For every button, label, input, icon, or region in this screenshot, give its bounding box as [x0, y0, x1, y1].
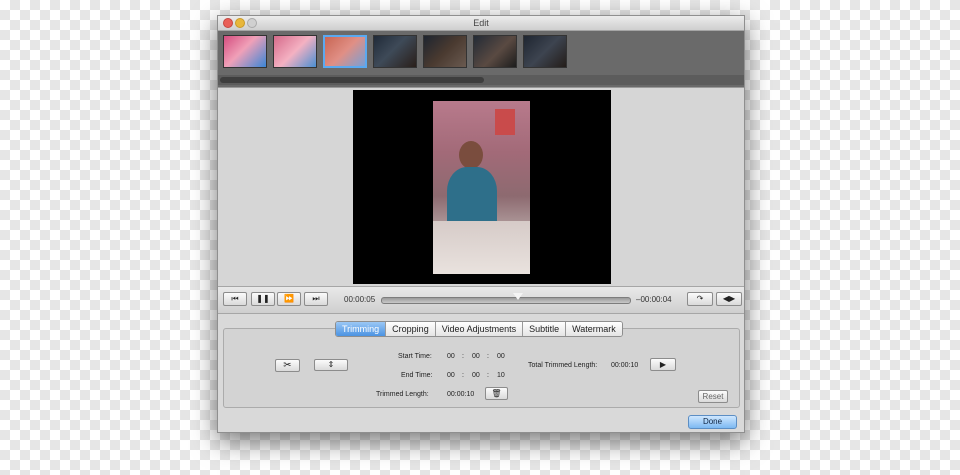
start-time-label: Start Time:	[398, 353, 432, 360]
time-separator: :	[462, 353, 464, 360]
edit-tabs: Trimming Cropping Video Adjustments Subt…	[335, 321, 623, 337]
tab-subtitle[interactable]: Subtitle	[523, 322, 567, 336]
clip-thumbnail[interactable]	[473, 35, 517, 68]
time-separator: :	[462, 372, 464, 379]
clip-thumbnail-selected[interactable]	[323, 35, 367, 68]
done-button[interactable]: Done	[688, 415, 737, 429]
start-seconds-field[interactable]: 00	[497, 353, 505, 360]
clip-thumbnail[interactable]	[273, 35, 317, 68]
scissors-button[interactable]: ✂	[275, 359, 300, 372]
title-bar: Edit	[218, 16, 744, 31]
clip-filmstrip	[218, 31, 744, 87]
frame-child-head	[459, 141, 483, 169]
tab-watermark[interactable]: Watermark	[566, 322, 622, 336]
playback-controls: ⏮ ❚❚ ⏩ ⏭ 00:00:05 –00:00:04 ↷ ◀▶	[218, 286, 744, 314]
skip-to-end-button[interactable]: ⏭	[304, 292, 328, 306]
start-hours-field[interactable]: 00	[447, 353, 455, 360]
segment-select[interactable]: ⇕	[314, 359, 348, 371]
total-trimmed-length-value: 00:00:10	[611, 362, 639, 369]
playback-scrubber[interactable]	[381, 293, 631, 304]
clip-thumbnail[interactable]	[423, 35, 467, 68]
pause-button[interactable]: ❚❚	[251, 292, 275, 306]
fast-forward-button[interactable]: ⏩	[277, 292, 301, 306]
play-segment-button[interactable]: ▶	[650, 358, 676, 371]
trimmed-length-value: 00:00:10	[447, 391, 475, 398]
tab-trimming[interactable]: Trimming	[336, 322, 387, 336]
scrubber-knob[interactable]	[513, 293, 524, 300]
end-hours-field[interactable]: 00	[447, 372, 455, 379]
stepper-arrows-icon: ⇕	[327, 360, 335, 369]
trimmed-length-label: Trimmed Length:	[376, 391, 429, 398]
close-window-button[interactable]	[223, 18, 233, 28]
remaining-time: –00:00:04	[636, 295, 672, 304]
flip-button[interactable]: ◀▶	[716, 292, 742, 306]
trash-icon: 🗑	[491, 389, 502, 398]
minimize-window-button[interactable]	[235, 18, 245, 28]
play-segment-icon: ▶	[659, 360, 667, 369]
tab-cropping[interactable]: Cropping	[386, 322, 436, 336]
window-title: Edit	[473, 18, 489, 28]
video-preview	[353, 90, 611, 284]
end-seconds-field[interactable]: 10	[497, 372, 505, 379]
tab-video-adjustments[interactable]: Video Adjustments	[435, 322, 524, 336]
frame-child-dress	[447, 167, 497, 227]
time-separator: :	[487, 353, 489, 360]
preview-area	[218, 87, 744, 286]
frame-blanket	[433, 221, 530, 274]
time-separator: :	[487, 372, 489, 379]
edit-window: Edit ⏮ ❚❚ ⏩ ⏭ 00:00:05 –00:00:04 ↷ ◀▶ Tr…	[217, 15, 745, 433]
delete-segment-button[interactable]: 🗑	[485, 387, 508, 400]
filmstrip-scroll-thumb[interactable]	[220, 77, 484, 83]
reset-button[interactable]: Reset	[698, 390, 728, 403]
total-trimmed-length-label: Total Trimmed Length:	[528, 362, 598, 369]
clip-thumbnail[interactable]	[523, 35, 567, 68]
clip-thumbnail[interactable]	[223, 35, 267, 68]
skip-to-start-button[interactable]: ⏮	[223, 292, 247, 306]
clip-thumbnail[interactable]	[373, 35, 417, 68]
end-time-label: End Time:	[401, 372, 433, 379]
end-minutes-field[interactable]: 00	[472, 372, 480, 379]
zoom-window-button[interactable]	[247, 18, 257, 28]
current-time: 00:00:05	[344, 295, 376, 304]
video-frame	[433, 101, 530, 274]
start-minutes-field[interactable]: 00	[472, 353, 480, 360]
filmstrip-scroll-track	[218, 75, 744, 85]
rotate-button[interactable]: ↷	[687, 292, 713, 306]
frame-poster	[495, 109, 515, 135]
scissors-icon: ✂	[283, 360, 292, 371]
